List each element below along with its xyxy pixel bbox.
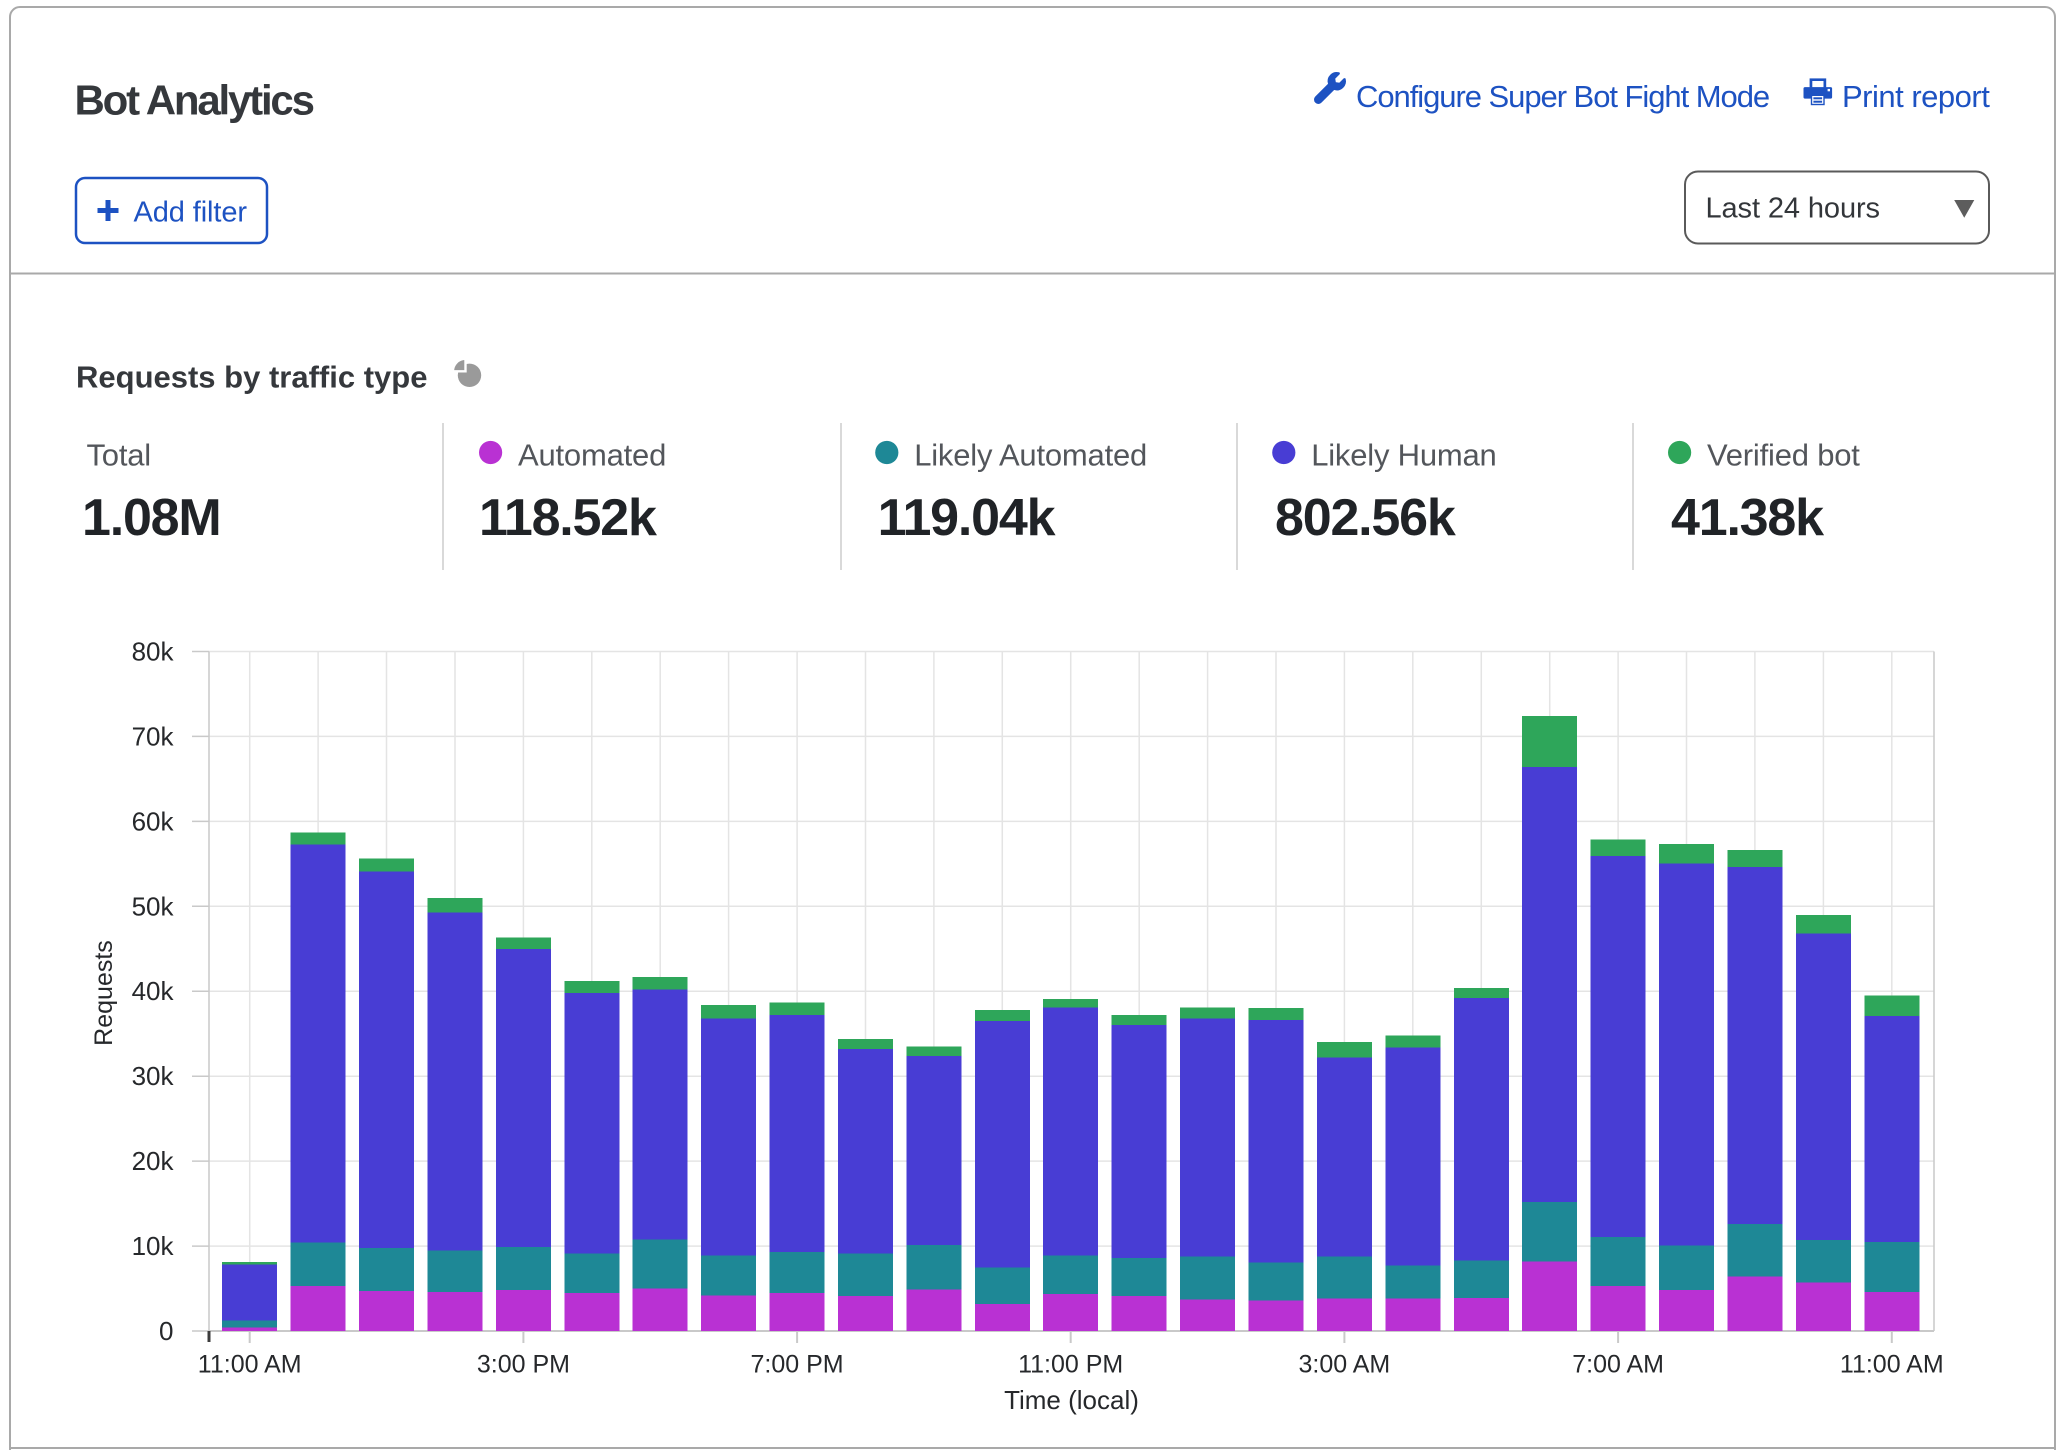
- svg-text:1.08M: 1.08M: [82, 489, 221, 547]
- svg-text:Automated: Automated: [518, 438, 666, 473]
- svg-text:802.56k: 802.56k: [1275, 489, 1456, 547]
- svg-text:60k: 60k: [132, 806, 175, 836]
- svg-text:7:00 AM: 7:00 AM: [1572, 1351, 1664, 1379]
- svg-text:Bot Analytics: Bot Analytics: [75, 77, 314, 124]
- svg-text:80k: 80k: [132, 637, 175, 667]
- svg-text:0: 0: [159, 1316, 173, 1346]
- svg-text:119.04k: 119.04k: [878, 489, 1056, 547]
- svg-text:Configure Super Bot Fight Mode: Configure Super Bot Fight Mode: [1356, 79, 1769, 114]
- svg-text:30k: 30k: [132, 1061, 175, 1091]
- svg-text:Likely Human: Likely Human: [1311, 438, 1496, 473]
- svg-text:7:00 PM: 7:00 PM: [751, 1351, 844, 1379]
- svg-text:11:00 PM: 11:00 PM: [1018, 1351, 1123, 1379]
- svg-text:41.38k: 41.38k: [1671, 489, 1824, 547]
- svg-text:Add filter: Add filter: [134, 197, 248, 229]
- svg-text:40k: 40k: [132, 976, 175, 1006]
- svg-text:Print report: Print report: [1842, 79, 1990, 114]
- svg-text:Verified bot: Verified bot: [1707, 438, 1860, 473]
- svg-text:Last 24 hours: Last 24 hours: [1706, 193, 1880, 225]
- svg-text:Total: Total: [87, 438, 151, 473]
- svg-text:3:00 PM: 3:00 PM: [477, 1351, 570, 1379]
- svg-text:50k: 50k: [132, 891, 175, 921]
- svg-text:Time (local): Time (local): [1004, 1385, 1139, 1415]
- svg-text:11:00 AM: 11:00 AM: [1840, 1351, 1944, 1379]
- svg-text:70k: 70k: [132, 721, 175, 751]
- svg-text:3:00 AM: 3:00 AM: [1299, 1351, 1391, 1379]
- svg-text:Likely Automated: Likely Automated: [914, 438, 1147, 473]
- svg-text:10k: 10k: [132, 1231, 175, 1261]
- svg-text:11:00 AM: 11:00 AM: [198, 1351, 302, 1379]
- svg-text:20k: 20k: [132, 1146, 175, 1176]
- svg-text:118.52k: 118.52k: [479, 489, 657, 547]
- svg-text:Requests by traffic type: Requests by traffic type: [76, 360, 427, 395]
- svg-text:Requests: Requests: [90, 940, 118, 1046]
